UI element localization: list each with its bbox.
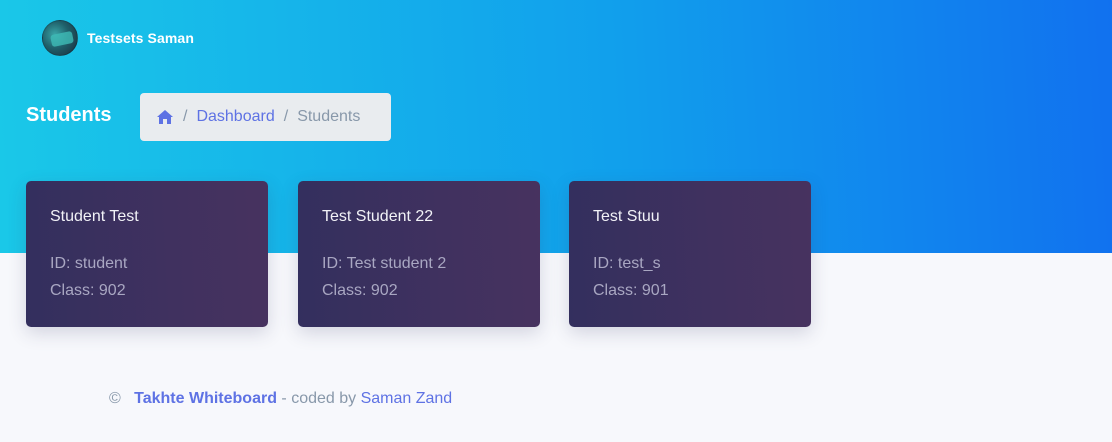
page-title: Students bbox=[26, 104, 112, 126]
student-class: Class: 902 bbox=[322, 282, 398, 299]
breadcrumb-separator: / bbox=[283, 108, 289, 125]
breadcrumb: / Dashboard / Students bbox=[140, 93, 391, 141]
student-name: Test Student 22 bbox=[322, 208, 434, 225]
footer-text: - coded by bbox=[281, 390, 357, 407]
user-menu[interactable]: Testsets Saman bbox=[42, 19, 194, 56]
student-class: Class: 902 bbox=[50, 282, 126, 299]
student-card[interactable]: Student Test ID: student Class: 902 bbox=[26, 181, 268, 327]
copyright-symbol: © bbox=[109, 390, 121, 407]
home-icon[interactable] bbox=[156, 109, 174, 125]
student-id: ID: student bbox=[50, 255, 128, 272]
user-name[interactable]: Testsets Saman bbox=[87, 30, 194, 46]
student-name: Student Test bbox=[50, 208, 139, 225]
footer: © Takhte Whiteboard - coded by Saman Zan… bbox=[109, 390, 452, 408]
student-name: Test Stuu bbox=[593, 208, 660, 225]
brand-link[interactable]: Takhte Whiteboard bbox=[134, 390, 277, 407]
student-class: Class: 901 bbox=[593, 282, 669, 299]
student-card[interactable]: Test Stuu ID: test_s Class: 901 bbox=[569, 181, 811, 327]
breadcrumb-dashboard-link[interactable]: Dashboard bbox=[196, 108, 274, 126]
avatar[interactable] bbox=[42, 19, 78, 56]
breadcrumb-separator: / bbox=[183, 108, 188, 125]
student-id: ID: test_s bbox=[593, 255, 661, 272]
student-card[interactable]: Test Student 22 ID: Test student 2 Class… bbox=[298, 181, 540, 327]
breadcrumb-current: Students bbox=[297, 108, 361, 125]
student-id: ID: Test student 2 bbox=[322, 255, 447, 272]
author-link[interactable]: Saman Zand bbox=[361, 390, 453, 407]
